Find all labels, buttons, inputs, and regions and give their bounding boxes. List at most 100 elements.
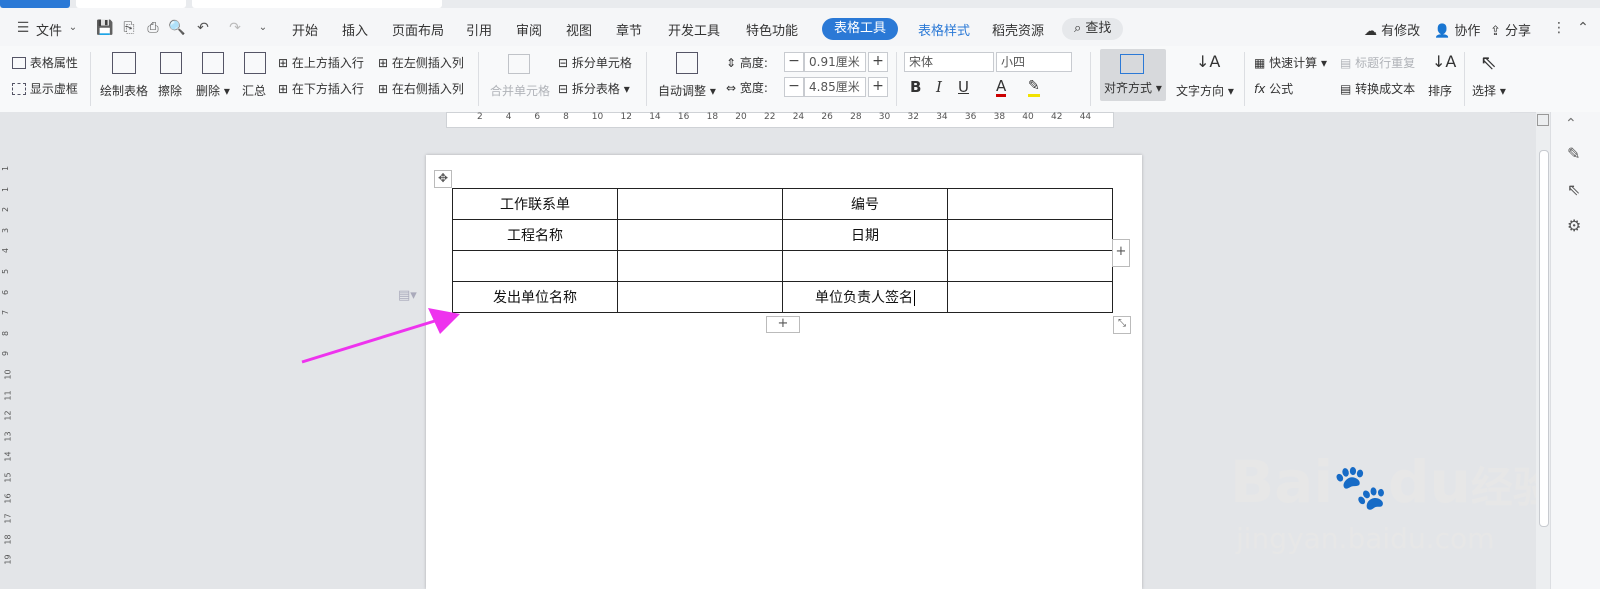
height-decrease-button[interactable]: − (784, 52, 804, 72)
insert-row-below-button[interactable]: ⊞ 在下方插入行 (278, 80, 364, 97)
table-cell[interactable]: 工作联系单 (452, 188, 618, 220)
convert-to-text-button[interactable]: ▤ 转换成文本 (1340, 80, 1415, 97)
paw-icon: 🐾 (1333, 462, 1389, 513)
auto-fit-icon (676, 52, 698, 74)
work-contact-table[interactable]: 工作联系单 编号 工程名称 日期 发出单位名称 单位负责人签名​ (452, 188, 1113, 313)
underline-button[interactable]: U (958, 78, 969, 96)
table-cell[interactable] (452, 250, 618, 282)
collapse-icon[interactable]: ⌃ (1565, 116, 1577, 132)
collab-button[interactable]: 👤 协作 (1434, 20, 1480, 39)
table-cell[interactable] (947, 281, 1113, 313)
table-cell[interactable]: 工程名称 (452, 219, 618, 251)
height-increase-button[interactable]: + (868, 52, 888, 72)
font-color-button[interactable]: A (996, 78, 1007, 97)
table-cell[interactable]: 日期 (782, 219, 948, 251)
search-button[interactable]: ⌕ 查找 (1062, 18, 1124, 40)
draw-table-button[interactable]: 绘制表格 (100, 82, 148, 99)
table-cell[interactable]: 单位负责人签名​ (782, 281, 948, 313)
tab-references[interactable]: 引用 (466, 20, 492, 39)
table-cell[interactable] (947, 188, 1113, 220)
has-changes-button[interactable]: ☁ 有修改 (1364, 20, 1420, 39)
table-cell[interactable] (617, 219, 783, 251)
tab-start[interactable]: 开始 (292, 20, 318, 39)
insert-row-above-button[interactable]: ⊞ 在上方插入行 (278, 54, 364, 71)
table-cell[interactable]: 编号 (782, 188, 948, 220)
resize-table-icon[interactable]: ⤡ (1113, 316, 1131, 334)
add-row-icon[interactable]: + (766, 316, 800, 333)
width-increase-button[interactable]: + (868, 77, 888, 97)
template-tab[interactable] (76, 0, 186, 8)
chevron-down-icon[interactable]: ⌄ (64, 19, 82, 37)
file-menu[interactable]: 文件 (36, 20, 62, 39)
table-cell[interactable] (947, 219, 1113, 251)
tab-features[interactable]: 特色功能 (746, 20, 798, 39)
tab-table-style[interactable]: 表格样式 (918, 20, 970, 39)
collapse-ribbon-icon[interactable]: ⌃ (1574, 19, 1592, 37)
split-table-button[interactable]: ⊟ 拆分表格 ▾ (558, 80, 630, 97)
table-cell[interactable] (617, 250, 783, 282)
merge-cells-button[interactable]: 合并单元格 (490, 82, 550, 99)
settings-sliders-icon[interactable]: ⚙ (1567, 216, 1581, 235)
save-icon[interactable]: 💾 (96, 19, 114, 37)
tab-resources[interactable]: 稻壳资源 (992, 20, 1044, 39)
bold-button[interactable]: B (910, 78, 921, 96)
table-cell[interactable] (782, 250, 948, 282)
share-button[interactable]: ⇪ 分享 (1490, 20, 1531, 39)
font-name-select[interactable]: 宋体 (904, 52, 994, 72)
print-preview-icon[interactable]: 🔍 (168, 19, 186, 37)
tab-insert[interactable]: 插入 (342, 20, 368, 39)
tab-page-layout[interactable]: 页面布局 (392, 20, 444, 39)
quick-calc-button[interactable]: ▦ 快速计算 ▾ (1254, 54, 1327, 71)
tab-review[interactable]: 审阅 (516, 20, 542, 39)
quick-access-more-icon[interactable]: ⌄ (254, 19, 272, 37)
horizontal-ruler[interactable] (0, 112, 1510, 128)
tab-table-tools[interactable]: 表格工具 (822, 18, 899, 40)
tab-section[interactable]: 章节 (616, 20, 642, 39)
divider (1090, 52, 1091, 106)
vertical-ruler-number: 5 (1, 268, 11, 275)
select-button[interactable]: 选择 ▾ (1472, 82, 1506, 99)
repeat-header-button[interactable]: ▤ 标题行重复 (1340, 54, 1415, 71)
home-tab[interactable] (0, 0, 70, 8)
scrollbar-thumb[interactable] (1539, 150, 1549, 527)
ruler-number: 40 (1022, 112, 1034, 122)
table-row: 工作联系单 编号 (452, 188, 1113, 220)
table-properties-button[interactable]: 表格属性 (12, 54, 78, 71)
split-cells-button[interactable]: ⊟ 拆分单元格 (558, 54, 632, 71)
redo-icon[interactable]: ↷ (226, 19, 244, 37)
auto-fit-button[interactable]: 自动调整 ▾ (658, 82, 716, 99)
highlight-icon[interactable]: ✎ (1028, 78, 1040, 97)
row-height-input[interactable]: 0.91厘米 (804, 52, 866, 72)
table-cell[interactable] (617, 281, 783, 313)
tab-developer[interactable]: 开发工具 (668, 20, 720, 39)
hamburger-icon[interactable]: ☰ (14, 19, 32, 37)
col-width-input[interactable]: 4.85厘米 (804, 77, 866, 97)
delete-button[interactable]: 删除 ▾ (196, 82, 230, 99)
sort-button[interactable]: 排序 (1428, 82, 1452, 99)
table-cell[interactable] (947, 250, 1113, 282)
formula-button[interactable]: fx 公式 (1254, 80, 1293, 97)
scroll-top-button[interactable] (1537, 114, 1549, 126)
summary-button[interactable]: 汇总 (242, 82, 266, 99)
tab-view[interactable]: 视图 (566, 20, 592, 39)
width-decrease-button[interactable]: − (784, 77, 804, 97)
document-tab[interactable] (192, 0, 442, 8)
pen-icon[interactable]: ✎ (1567, 144, 1580, 163)
show-gridlines-button[interactable]: 显示虚框 (12, 80, 78, 97)
align-button[interactable]: 对齐方式 ▾ (1100, 49, 1166, 101)
insert-col-left-button[interactable]: ⊞ 在左侧插入列 (378, 54, 464, 71)
table-cell[interactable]: 发出单位名称 (452, 281, 618, 313)
text-direction-button[interactable]: 文字方向 ▾ (1176, 82, 1234, 99)
undo-icon[interactable]: ↶ (194, 19, 212, 37)
print-icon[interactable]: ⎙ (144, 19, 162, 37)
italic-button[interactable]: I (936, 78, 942, 96)
erase-button[interactable]: 擦除 (158, 82, 182, 99)
font-size-select[interactable]: 小四 (996, 52, 1072, 72)
cursor-icon[interactable]: ⇖ (1567, 180, 1580, 199)
insert-col-right-button[interactable]: ⊞ 在右侧插入列 (378, 80, 464, 97)
table-move-handle-icon[interactable]: ✥ (434, 170, 452, 188)
format-painter-icon[interactable]: ⎘ (120, 19, 138, 37)
table-cell[interactable] (617, 188, 783, 220)
more-icon[interactable]: ⋮ (1550, 19, 1568, 37)
add-column-icon[interactable]: + (1112, 239, 1130, 267)
